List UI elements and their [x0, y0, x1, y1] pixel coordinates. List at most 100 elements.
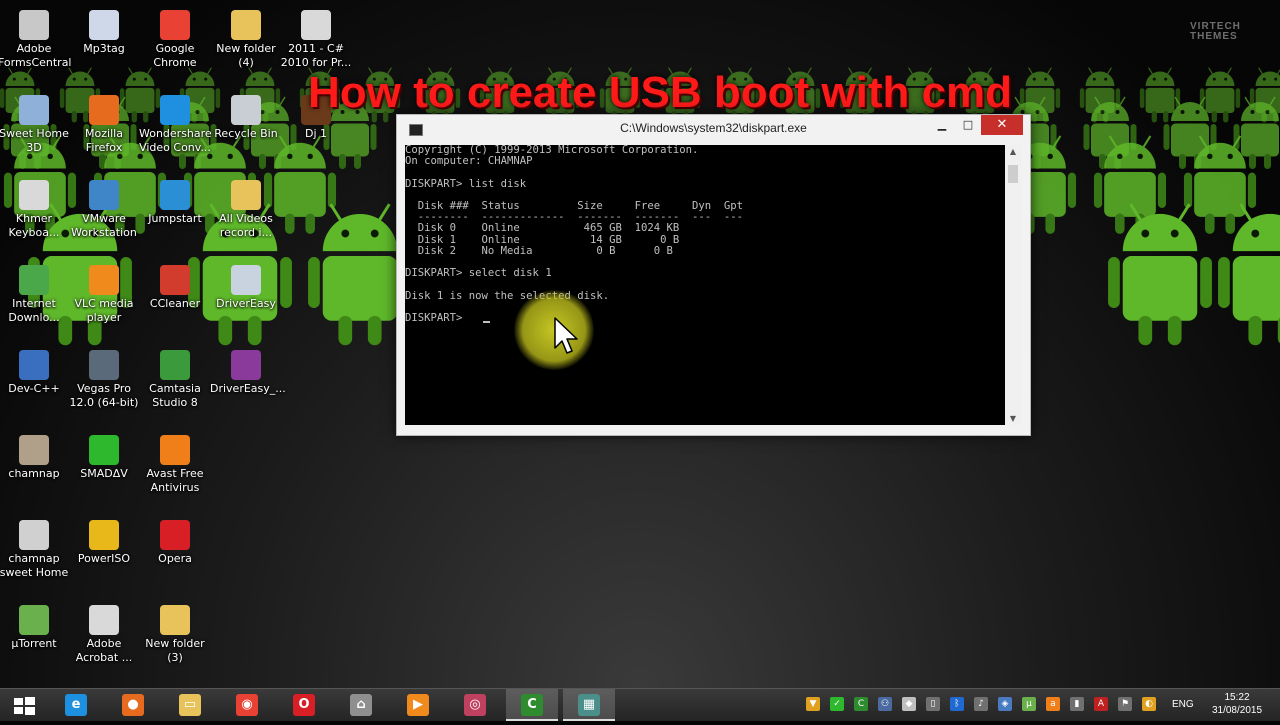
desktop-icon[interactable]: Khmer Keyboa...: [0, 180, 70, 240]
start-button[interactable]: [0, 689, 48, 721]
taskbar-app-button[interactable]: ▶: [392, 689, 444, 721]
drivereasy-icon: [231, 265, 261, 295]
smadav-icon: [89, 435, 119, 465]
house-icon: ⌂: [350, 694, 372, 716]
desktop-icon[interactable]: chamnap: [0, 435, 70, 481]
desktop-icon[interactable]: 2011 - C# 2010 for Pr...: [280, 10, 352, 70]
tray-volume-icon[interactable]: ♪: [974, 697, 988, 711]
camtasia-icon: C: [521, 694, 543, 716]
desktop-icon[interactable]: New folder (3): [139, 605, 211, 665]
desktop-icon[interactable]: Recycle Bin: [210, 95, 282, 141]
pdf-icon: [19, 180, 49, 210]
taskbar-app-button[interactable]: ▦: [563, 689, 615, 721]
channel-watermark: VIRTECH THEMES: [1190, 22, 1270, 42]
desktop-icon-label: Sweet Home 3D: [0, 127, 70, 155]
desktop-icon[interactable]: VMware Workstation: [68, 180, 140, 240]
close-button[interactable]: ✕: [981, 115, 1023, 135]
vegas-play-icon: [89, 350, 119, 380]
desktop-icon-label: Recycle Bin: [210, 127, 282, 141]
desktop-icon-label: PowerISO: [68, 552, 140, 566]
desktop-icon[interactable]: µTorrent: [0, 605, 70, 651]
scroll-down-arrow-icon[interactable]: ▼: [1005, 414, 1021, 423]
tray-arrow-icon[interactable]: ▼: [806, 697, 820, 711]
file-explorer-icon: ▭: [179, 694, 201, 716]
tray-utorrent-icon[interactable]: µ: [1022, 697, 1036, 711]
tray-update-icon[interactable]: ◐: [1142, 697, 1156, 711]
tray-battery-icon[interactable]: ▯: [926, 697, 940, 711]
desktop-icon[interactable]: New folder (4): [210, 10, 282, 70]
desktop-icon[interactable]: Adobe FormsCentral: [0, 10, 70, 70]
desktop-icon-label: µTorrent: [0, 637, 70, 651]
utorrent-icon: [19, 605, 49, 635]
console-output-area[interactable]: Copyright (C) 1999-2013 Microsoft Corpor…: [405, 145, 1005, 425]
desktop-icon-label: Vegas Pro 12.0 (64-bit): [68, 382, 140, 410]
desktop-icon[interactable]: Opera: [139, 520, 211, 566]
desktop-icon[interactable]: All Videos record i...: [210, 180, 282, 240]
tray-shield-icon[interactable]: ◈: [998, 697, 1012, 711]
desktop-icon[interactable]: Dev-C++: [0, 350, 70, 396]
desktop-icon-label: CCleaner: [139, 297, 211, 311]
diskpart-console-window[interactable]: C:\Windows\system32\diskpart.exe ▁ □ ✕ C…: [396, 114, 1031, 436]
recycle-bin-icon: [231, 95, 261, 125]
desktop-icon[interactable]: Internet Downlo...: [0, 265, 70, 325]
desktop-icon[interactable]: Adobe Acrobat ...: [68, 605, 140, 665]
desktop-icon[interactable]: Mozilla Firefox: [68, 95, 140, 155]
vlc-cone-icon: [89, 265, 119, 295]
mouse-pointer-icon: [553, 316, 579, 356]
taskbar-app-button[interactable]: ▭: [164, 689, 216, 721]
desktop-icon[interactable]: Avast Free Antivirus: [139, 435, 211, 495]
desktop-icon[interactable]: Vegas Pro 12.0 (64-bit): [68, 350, 140, 410]
desktop-icon[interactable]: Mp3tag: [68, 10, 140, 56]
clock-date: 31/08/2015: [1206, 704, 1268, 717]
desktop-icon-label: Mozilla Firefox: [68, 127, 140, 155]
desktop-icon[interactable]: PowerISO: [68, 520, 140, 566]
desktop-icon[interactable]: Jumpstart: [139, 180, 211, 226]
tray-flag-icon[interactable]: ⚑: [1118, 697, 1132, 711]
tray-poweriso-icon[interactable]: ◆: [902, 697, 916, 711]
taskbar-app-button[interactable]: ◎: [449, 689, 501, 721]
desktop-icon-label: Internet Downlo...: [0, 297, 70, 325]
desktop-icon[interactable]: Camtasia Studio 8: [139, 350, 211, 410]
taskbar-app-button[interactable]: ⌂: [335, 689, 387, 721]
taskbar-clock[interactable]: 15:22 31/08/2015: [1206, 691, 1268, 717]
desktop-icon[interactable]: CCleaner: [139, 265, 211, 311]
desktop-icon[interactable]: Wondershare Video Conv...: [139, 95, 211, 155]
input-language-indicator[interactable]: ENG: [1172, 699, 1194, 710]
tray-acrobat-icon[interactable]: A: [1094, 697, 1108, 711]
desktop-icon[interactable]: chamnap sweet Home: [0, 520, 70, 580]
desktop-icon[interactable]: DriverEasy: [210, 265, 282, 311]
taskbar-app-button[interactable]: ●: [107, 689, 159, 721]
pdf-icon: [301, 10, 331, 40]
taskbar-app-button[interactable]: e: [50, 689, 102, 721]
user-image-icon: [19, 435, 49, 465]
scroll-up-arrow-icon[interactable]: ▲: [1005, 147, 1021, 156]
tray-network-signal-icon[interactable]: ▮: [1070, 697, 1084, 711]
taskbar-app-button[interactable]: ◉: [221, 689, 273, 721]
opera-icon: [160, 520, 190, 550]
window-titlebar[interactable]: C:\Windows\system32\diskpart.exe ▁ □ ✕: [397, 115, 1030, 143]
desktop-icon-label: All Videos record i...: [210, 212, 282, 240]
tray-network-icon[interactable]: ⚇: [878, 697, 892, 711]
cmd-window-icon: ▦: [578, 694, 600, 716]
desktop-icon-label: VMware Workstation: [68, 212, 140, 240]
house-icon: [19, 95, 49, 125]
desktop-icon-label: DriverEasy: [210, 297, 282, 311]
scrollbar-thumb[interactable]: [1008, 165, 1018, 183]
vertical-scrollbar[interactable]: ▲ ▼: [1005, 145, 1021, 425]
taskbar-app-button[interactable]: O: [278, 689, 330, 721]
tray-bluetooth-icon[interactable]: ᛒ: [950, 697, 964, 711]
tray-smadav-icon[interactable]: ✓: [830, 697, 844, 711]
desktop-icon[interactable]: DriverEasy_...: [210, 350, 282, 396]
tray-avast-icon[interactable]: a: [1046, 697, 1060, 711]
minimize-button[interactable]: ▁: [929, 115, 955, 135]
video-convert-icon: [160, 95, 190, 125]
taskbar-app-button[interactable]: C: [506, 689, 558, 721]
desktop-icon[interactable]: VLC media player: [68, 265, 140, 325]
desktop-icon-label: Avast Free Antivirus: [139, 467, 211, 495]
desktop-icon[interactable]: Google Chrome: [139, 10, 211, 70]
desktop-icon-label: Adobe FormsCentral: [0, 42, 70, 70]
tray-camtasia-icon[interactable]: C: [854, 697, 868, 711]
desktop-icon[interactable]: SMADΔV: [68, 435, 140, 481]
maximize-button[interactable]: □: [955, 115, 981, 135]
desktop-icon[interactable]: Sweet Home 3D: [0, 95, 70, 155]
